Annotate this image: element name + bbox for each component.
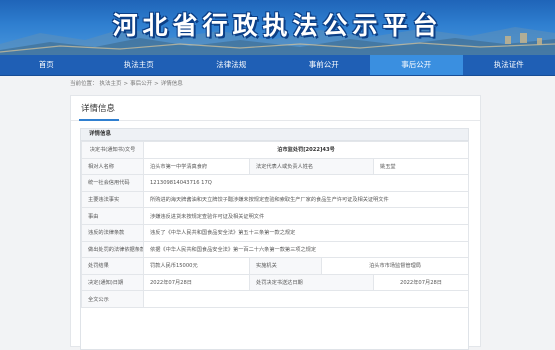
field-label: 决定(通知)日期 [82, 274, 144, 291]
nav-pre-disclosure[interactable]: 事前公开 [278, 55, 371, 75]
table-row: 相对人名称 泊头市第一中学清真食府 法定代表人或负责人姓名 姚玉堂 [82, 158, 469, 175]
site-title: 河北省行政执法公示平台 [0, 6, 555, 42]
detail-panel: 详情信息 详情信息 决定书(通知书)文号 泊市监处罚[2022]43号 相对人名… [70, 95, 481, 347]
table-row: 处罚结果 罚款人民币15000元 实施机关 泊头市市场监督管理局 [82, 258, 469, 275]
breadcrumb-item-post-disclosure[interactable]: 事后公开 [130, 81, 152, 87]
table-row: 事由 涉嫌违反进货未按规定查验许可证及相关证明文件 [82, 208, 469, 225]
field-label: 主要违法事实 [82, 191, 144, 208]
penalty-result-value: 罚款人民币15000元 [144, 258, 250, 275]
field-label: 事由 [82, 208, 144, 225]
table-row: 违反的法律条款 违反了《中华人民共和国食品安全法》第五十三条第一款之规定 [82, 224, 469, 241]
panel-divider-accent [79, 119, 119, 121]
nav-enforcement-home[interactable]: 执法主页 [93, 55, 186, 75]
delivery-date-value: 2022年07月28日 [374, 274, 469, 291]
decision-date-value: 2022年07月28日 [144, 274, 250, 291]
panel-divider [71, 120, 480, 121]
table-row: 全文公示 [82, 291, 469, 308]
table-row: 做出处罚的法律依据条款 依据《中华人民共和国食品安全法》第一百二十六条第一款第三… [82, 241, 469, 258]
breadcrumb-item-current: 详情信息 [161, 81, 183, 87]
field-label: 实施机关 [250, 258, 322, 275]
breadcrumb-item-enforcement-home[interactable]: 执法主页 [100, 81, 122, 87]
breadcrumb-prefix: 当前位置： [70, 81, 98, 87]
breadcrumb-separator: > [154, 81, 159, 87]
detail-table-container: 详情信息 决定书(通知书)文号 泊市监处罚[2022]43号 相对人名称 泊头市… [80, 128, 469, 350]
cause-value: 涉嫌违反进货未按规定查验许可证及相关证明文件 [144, 208, 469, 225]
header-banner: 河北省行政执法公示平台 [0, 0, 555, 55]
panel-title: 详情信息 [81, 102, 115, 114]
violation-fact-value: 所购进的海天牌酱油和天立牌饺子醋涉嫌未按规定查验和索取生产厂家的食品生产许可证及… [144, 191, 469, 208]
field-label: 统一社会信用代码 [82, 175, 144, 192]
violated-law-value: 违反了《中华人民共和国食品安全法》第五十三条第一款之规定 [144, 224, 469, 241]
full-text-value[interactable] [144, 291, 469, 308]
breadcrumb: 当前位置：执法主页>事后公开>详情信息 [70, 80, 185, 88]
agency-value: 泊头市市场监督管理局 [322, 258, 469, 275]
detail-table: 决定书(通知书)文号 泊市监处罚[2022]43号 相对人名称 泊头市第一中学清… [81, 141, 469, 308]
nav-laws[interactable]: 法律法规 [185, 55, 278, 75]
field-label: 法定代表人或负责人姓名 [250, 158, 374, 175]
field-label: 相对人名称 [82, 158, 144, 175]
main-nav: 首页 执法主页 法律法规 事前公开 事后公开 执法证件 [0, 55, 555, 76]
field-label: 全文公示 [82, 291, 144, 308]
field-label: 违反的法律条款 [82, 224, 144, 241]
nav-post-disclosure[interactable]: 事后公开 [370, 55, 463, 75]
doc-number-value: 泊市监处罚[2022]43号 [144, 142, 469, 159]
nav-home[interactable]: 首页 [0, 55, 93, 75]
table-row: 决定(通知)日期 2022年07月28日 处罚决定书送达日期 2022年07月2… [82, 274, 469, 291]
legal-basis-value: 依据《中华人民共和国食品安全法》第一百二十六条第一款第三项之规定 [144, 241, 469, 258]
nav-certificates[interactable]: 执法证件 [463, 55, 555, 75]
table-row: 主要违法事实 所购进的海天牌酱油和天立牌饺子醋涉嫌未按规定查验和索取生产厂家的食… [82, 191, 469, 208]
table-row: 统一社会信用代码 121309814043716 17Q [82, 175, 469, 192]
table-row: 决定书(通知书)文号 泊市监处罚[2022]43号 [82, 142, 469, 159]
field-label: 做出处罚的法律依据条款 [82, 241, 144, 258]
party-name-value: 泊头市第一中学清真食府 [144, 158, 250, 175]
field-label: 决定书(通知书)文号 [82, 142, 144, 159]
section-header: 详情信息 [81, 129, 468, 141]
credit-code-value: 121309814043716 17Q [144, 175, 469, 192]
field-label: 处罚决定书送达日期 [250, 274, 374, 291]
legal-rep-value: 姚玉堂 [374, 158, 469, 175]
breadcrumb-separator: > [124, 81, 129, 87]
field-label: 处罚结果 [82, 258, 144, 275]
